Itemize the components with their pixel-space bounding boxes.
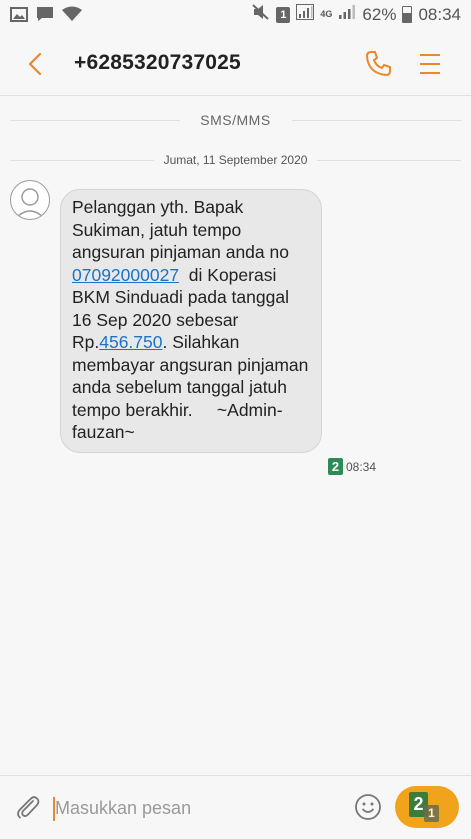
signal-icon — [296, 4, 315, 25]
gallery-icon — [10, 6, 28, 27]
message-meta: 2 08:34 — [328, 458, 376, 475]
account-number-link[interactable]: 07092000027 — [72, 265, 179, 285]
divider-right — [292, 120, 462, 121]
composer: 2 1 — [0, 775, 471, 839]
contact-title: +6285320737025 — [74, 51, 241, 74]
message-time: 08:34 — [346, 459, 377, 474]
amount-link[interactable]: 456.750 — [99, 332, 162, 352]
person-icon — [14, 188, 46, 219]
network-type: 4G — [320, 9, 333, 19]
battery-icon — [402, 6, 413, 23]
paperclip-icon — [17, 796, 40, 819]
date-divider: Jumat, 11 September 2020 — [0, 153, 471, 167]
call-button[interactable] — [362, 48, 394, 80]
date-label: Jumat, 11 September 2020 — [153, 153, 318, 167]
phone-icon — [366, 51, 391, 76]
sim-indicator: 2 — [328, 458, 343, 475]
status-bar: 1 4G 62% 08:34 — [0, 0, 471, 33]
status-bar-notifications — [10, 6, 82, 27]
avatar[interactable] — [10, 180, 50, 220]
attach-button[interactable] — [14, 793, 42, 821]
mute-icon — [252, 4, 270, 25]
sim-badge: 1 — [276, 6, 291, 23]
clock: 08:34 — [418, 4, 461, 24]
conversation-header: +6285320737025 — [0, 33, 471, 96]
signal-strength-icon — [338, 4, 356, 25]
emoji-button[interactable] — [354, 793, 382, 821]
chevron-left-icon — [28, 52, 42, 76]
menu-button[interactable] — [417, 51, 443, 77]
message-text-1: Pelanggan yth. Bapak Sukiman, jatuh temp… — [72, 197, 289, 262]
back-button[interactable] — [20, 49, 50, 79]
message-icon — [36, 6, 54, 27]
wifi-icon — [62, 6, 82, 27]
status-bar-system: 1 4G 62% 08:34 — [252, 4, 461, 25]
battery-percent: 62% — [362, 4, 397, 24]
menu-icon — [420, 54, 440, 74]
send-sim-secondary: 1 — [424, 805, 439, 822]
emoji-icon — [355, 794, 381, 820]
send-button[interactable]: 2 1 — [395, 786, 459, 828]
message-input[interactable] — [53, 792, 335, 824]
message-bubble[interactable]: Pelanggan yth. Bapak Sukiman, jatuh temp… — [60, 189, 322, 453]
